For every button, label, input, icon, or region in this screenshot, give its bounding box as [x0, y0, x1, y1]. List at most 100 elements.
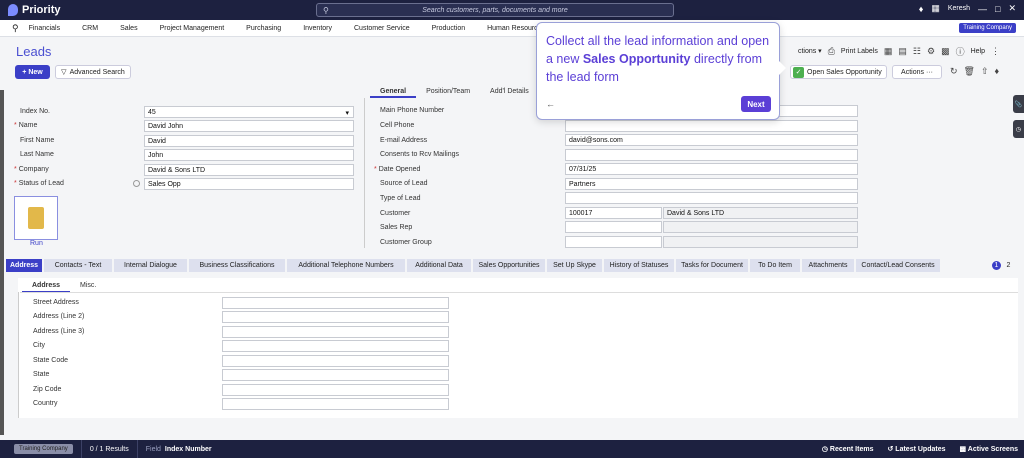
- subtab-additional-data[interactable]: Additional Data: [407, 259, 471, 272]
- name-field[interactable]: David John: [144, 120, 354, 132]
- address-line-2-field[interactable]: [222, 311, 449, 323]
- menu-item-sales[interactable]: Sales: [120, 25, 138, 32]
- settings-icon[interactable]: ⚙: [927, 46, 935, 57]
- pager-page-2[interactable]: 2: [1004, 261, 1013, 270]
- share-icon[interactable]: ⇧: [981, 66, 989, 77]
- street-address-field[interactable]: [222, 297, 449, 309]
- subtab-contacts-text[interactable]: Contacts - Text: [44, 259, 112, 272]
- last-name-field[interactable]: John: [144, 149, 354, 161]
- country-field[interactable]: [222, 398, 449, 410]
- field-label: Field: [145, 445, 161, 453]
- pager-page-1[interactable]: 1: [992, 261, 1001, 270]
- more-icon[interactable]: ⋮: [991, 46, 1000, 57]
- table-view-icon[interactable]: ▦: [884, 46, 893, 57]
- source-of-lead-field[interactable]: Partners: [565, 178, 858, 190]
- status-company-badge[interactable]: Training Company: [14, 444, 73, 454]
- form-view-icon[interactable]: ▤: [898, 46, 907, 57]
- type-of-lead-field[interactable]: [565, 192, 858, 204]
- rail-history-icon[interactable]: ◷: [1013, 120, 1024, 138]
- delete-icon[interactable]: 🗑: [964, 66, 975, 77]
- subtab-tasks-for-document[interactable]: Tasks for Document: [676, 259, 748, 272]
- first-name-field[interactable]: David: [144, 135, 354, 147]
- tooltip-next-button[interactable]: Next: [741, 96, 771, 112]
- active-screens-button[interactable]: ▩ Active Screens: [959, 445, 1018, 453]
- menu-item-inventory[interactable]: Inventory: [303, 25, 332, 32]
- address-line-3-field[interactable]: [222, 326, 449, 338]
- company-field[interactable]: David & Sons LTD: [144, 164, 354, 176]
- refresh-icon[interactable]: ↻: [950, 66, 958, 77]
- tab-general[interactable]: General: [370, 86, 417, 98]
- zip-code-field[interactable]: [222, 384, 449, 396]
- chevron-down-icon[interactable]: ▾: [345, 109, 349, 117]
- customer-number-field[interactable]: 100017: [565, 207, 662, 219]
- bell-icon[interactable]: ♦: [919, 4, 924, 14]
- cell-phone-field[interactable]: [565, 120, 858, 132]
- index-no-field[interactable]: 45 ▾: [144, 106, 354, 118]
- subtab-internal-dialogue[interactable]: Internal Dialogue: [114, 259, 187, 272]
- brand-name: Priority: [22, 4, 61, 16]
- menu-item-production[interactable]: Production: [432, 25, 465, 32]
- status-of-lead-field[interactable]: Sales Opp: [144, 178, 354, 190]
- email-field[interactable]: david@sons.com: [565, 134, 858, 146]
- run-folder-button[interactable]: [14, 196, 58, 240]
- run-label[interactable]: Run: [30, 240, 43, 247]
- customer-group-field[interactable]: [565, 236, 662, 248]
- main-menu: ⚲ Financials CRM Sales Project Managemen…: [0, 20, 1024, 37]
- subtab-business-classifications[interactable]: Business Classifications: [189, 259, 285, 272]
- advanced-search-button[interactable]: ▽ Advanced Search: [55, 65, 131, 79]
- consents-field[interactable]: [565, 149, 858, 161]
- help-icon[interactable]: ⓘ: [956, 45, 965, 58]
- help-button[interactable]: Help: [971, 48, 985, 55]
- maximize-icon[interactable]: □: [995, 4, 1000, 14]
- tooltip-back-button[interactable]: ←: [546, 99, 555, 109]
- date-opened-field[interactable]: 07/31/25: [565, 163, 858, 175]
- subtab-contact-lead-consents[interactable]: Contact/Lead Consents: [856, 259, 940, 272]
- open-sales-opportunity-button[interactable]: ✓ Open Sales Opportunity: [790, 65, 887, 79]
- notification-bell-icon[interactable]: ♦: [995, 66, 1000, 77]
- latest-updates-button[interactable]: ↺ Latest Updates: [887, 445, 945, 453]
- left-resize-strip[interactable]: [0, 90, 4, 435]
- printer-icon[interactable]: ⎙: [828, 46, 835, 57]
- field-value: Index Number: [164, 445, 212, 453]
- menu-item-project-management[interactable]: Project Management: [160, 25, 225, 32]
- brand-logo[interactable]: Priority: [8, 4, 61, 16]
- subtab-to-do-item[interactable]: To Do Item: [750, 259, 800, 272]
- report-icon[interactable]: ☷: [913, 46, 921, 57]
- address-subform: [18, 278, 1018, 418]
- menu-item-financials[interactable]: Financials: [29, 25, 61, 32]
- user-name[interactable]: Keresh: [948, 5, 970, 12]
- company-badge[interactable]: Training Company: [959, 23, 1016, 33]
- new-button[interactable]: + New: [15, 65, 50, 79]
- field-label-address-line-2: Address (Line 2): [33, 313, 85, 320]
- minimize-icon[interactable]: —: [978, 4, 987, 14]
- rail-attach-icon[interactable]: 📎: [1013, 95, 1024, 113]
- global-search-input[interactable]: ⚲ Search customers, parts, documents and…: [316, 3, 674, 17]
- sales-rep-field[interactable]: [565, 221, 662, 233]
- close-icon[interactable]: ✕: [1008, 3, 1016, 14]
- search-icon[interactable]: ⚲: [12, 23, 19, 34]
- subtab-history-of-statuses[interactable]: History of Statuses: [604, 259, 674, 272]
- form-divider: [364, 98, 365, 248]
- subtab-set-up-skype[interactable]: Set Up Skype: [547, 259, 602, 272]
- subtab-address[interactable]: Address: [6, 259, 42, 272]
- grid-icon[interactable]: ▦: [931, 3, 940, 14]
- menu-item-crm[interactable]: CRM: [82, 25, 98, 32]
- excel-icon[interactable]: ▩: [941, 46, 950, 57]
- state-code-field[interactable]: [222, 355, 449, 367]
- state-field[interactable]: [222, 369, 449, 381]
- actions-dropdown[interactable]: ctions ▾: [798, 47, 822, 55]
- print-labels-button[interactable]: Print Labels: [841, 48, 878, 55]
- city-field[interactable]: [222, 340, 449, 352]
- tab-addl-details[interactable]: Add'l Details: [480, 86, 539, 98]
- actions-button[interactable]: Actions ···: [892, 65, 942, 79]
- search-icon: ⚲: [323, 6, 329, 15]
- tab-position-team[interactable]: Position/Team: [416, 86, 480, 98]
- subtab-attachments[interactable]: Attachments: [802, 259, 854, 272]
- menu-item-purchasing[interactable]: Purchasing: [246, 25, 281, 32]
- subtab-additional-telephone-numbers[interactable]: Additional Telephone Numbers: [287, 259, 405, 272]
- menu-item-customer-service[interactable]: Customer Service: [354, 25, 410, 32]
- subtab-pager: 1 2: [992, 261, 1013, 270]
- field-label-city: City: [33, 342, 46, 349]
- recent-items-button[interactable]: ◷ Recent Items: [822, 445, 874, 453]
- subtab-sales-opportunities[interactable]: Sales Opportunities: [473, 259, 545, 272]
